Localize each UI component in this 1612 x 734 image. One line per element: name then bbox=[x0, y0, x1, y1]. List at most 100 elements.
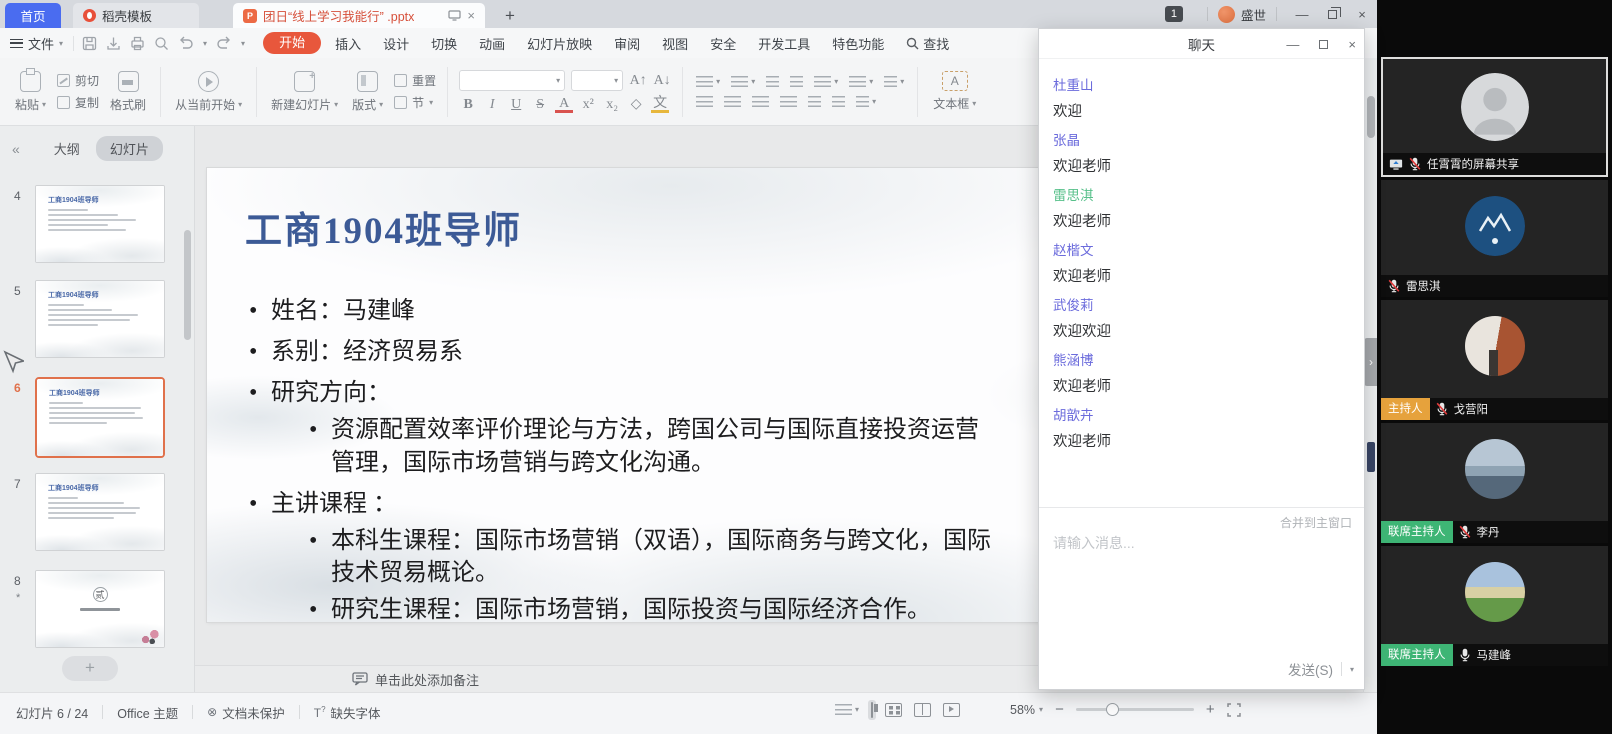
bold-button[interactable]: B bbox=[459, 97, 477, 113]
expand-panel-icon[interactable]: › bbox=[1364, 338, 1378, 386]
participant-tile[interactable]: 联席主持人 李丹 bbox=[1381, 423, 1608, 543]
bullet-line[interactable]: 姓名：马建峰 bbox=[245, 295, 1165, 327]
merge-to-main-window-link[interactable]: 合并到主窗口 bbox=[1280, 514, 1352, 531]
align-objects-button[interactable]: ▾ bbox=[856, 96, 876, 108]
account-chip[interactable]: 盛世 bbox=[1218, 5, 1266, 24]
bullet-line[interactable]: 研究生课程：国际市场营销，国际投资与国际经济合作。 bbox=[307, 594, 997, 622]
notification-badge[interactable]: 1 bbox=[1165, 6, 1183, 22]
increase-font-button[interactable]: A↑ bbox=[629, 73, 647, 89]
add-slide-button[interactable]: + bbox=[62, 656, 118, 681]
menu-tab-home[interactable]: 开始 bbox=[263, 32, 321, 54]
copy-button[interactable]: 复制 bbox=[57, 95, 99, 111]
slide-thumbnail-6-selected[interactable]: 工商1904班导师 bbox=[35, 377, 165, 458]
minimize-window-icon[interactable]: — bbox=[1287, 7, 1317, 22]
distribute-button[interactable] bbox=[808, 96, 821, 108]
menu-tab-view[interactable]: 视图 bbox=[662, 34, 688, 53]
tab-document[interactable]: P 团日“线上学习我能行” .pptx × bbox=[233, 3, 485, 28]
menu-tab-insert[interactable]: 插入 bbox=[335, 34, 361, 53]
slide-body[interactable]: 姓名：马建峰 系别：经济贸易系 研究方向： 资源配置效率评价理论与方法，跨国公司… bbox=[245, 286, 1165, 622]
tab-home[interactable]: 首页 bbox=[5, 3, 61, 28]
play-on-device-icon[interactable] bbox=[448, 10, 461, 21]
close-window-icon[interactable]: × bbox=[1347, 7, 1377, 22]
redo-icon[interactable] bbox=[216, 36, 232, 50]
cut-button[interactable]: 剪切 bbox=[57, 73, 99, 89]
print-preview-icon[interactable] bbox=[154, 36, 169, 51]
menu-tab-slideshow[interactable]: 幻灯片放映 bbox=[527, 34, 592, 53]
chat-header[interactable]: 聊天 — × bbox=[1039, 29, 1364, 59]
bullet-line[interactable]: 系别：经济贸易系 bbox=[245, 336, 1165, 368]
new-tab-button[interactable]: + bbox=[497, 3, 523, 28]
reading-view-button[interactable] bbox=[914, 703, 931, 717]
bullet-line[interactable]: 本科生课程：国际市场营销（双语），国际商务与跨文化，国际技术贸易概论。 bbox=[307, 525, 997, 589]
italic-button[interactable]: I bbox=[483, 97, 501, 113]
zoom-level[interactable]: 58%▾ bbox=[1010, 703, 1043, 717]
underline-button[interactable]: U bbox=[507, 97, 525, 113]
slide-thumbnail-5[interactable]: 工商1904班导师 bbox=[35, 280, 165, 358]
strikethrough-button[interactable]: S bbox=[531, 97, 549, 113]
chat-minimize-icon[interactable]: — bbox=[1286, 37, 1299, 52]
customize-toolbar-caret-icon[interactable]: ▾ bbox=[241, 39, 245, 48]
participant-tile[interactable]: 联席主持人 马建峰 bbox=[1381, 546, 1608, 666]
send-options-caret-icon[interactable]: ▾ bbox=[1350, 665, 1354, 674]
text-direction-button[interactable]: ▾ bbox=[814, 76, 838, 88]
columns-button[interactable]: ▾ bbox=[884, 76, 904, 88]
undo-icon[interactable] bbox=[178, 36, 194, 50]
output-icon[interactable] bbox=[106, 36, 121, 51]
bullet-line[interactable]: 资源配置效率评价理论与方法，跨国公司与国际直接投资运营管理，国际市场营销与跨文化… bbox=[307, 414, 997, 478]
chat-message-input[interactable] bbox=[1051, 534, 1251, 552]
print-icon[interactable] bbox=[130, 36, 145, 51]
decrease-font-button[interactable]: A↓ bbox=[653, 73, 671, 89]
justify-button[interactable] bbox=[780, 96, 797, 108]
theme-indicator[interactable]: Office 主题 bbox=[103, 701, 192, 723]
menu-tab-review[interactable]: 审阅 bbox=[614, 34, 640, 53]
font-color-button[interactable]: A bbox=[555, 97, 573, 113]
clear-format-button[interactable]: ◇ bbox=[627, 96, 645, 113]
normal-view-button[interactable] bbox=[868, 700, 876, 720]
slide-thumbnail-7[interactable]: 工商1904班导师 bbox=[35, 473, 165, 551]
section-button[interactable]: 节▾ bbox=[394, 95, 436, 111]
zoom-slider[interactable] bbox=[1076, 708, 1194, 711]
format-painter-button[interactable]: 格式刷 bbox=[103, 71, 153, 113]
align-left-button[interactable] bbox=[696, 96, 713, 108]
restore-window-icon[interactable] bbox=[1317, 7, 1347, 22]
reset-button[interactable]: 重置 bbox=[394, 73, 436, 89]
participant-tile[interactable]: 主持人 戈营阳 bbox=[1381, 300, 1608, 420]
bullet-list-button[interactable]: ▾ bbox=[696, 76, 720, 88]
decrease-indent-button[interactable] bbox=[766, 76, 779, 88]
close-document-icon[interactable]: × bbox=[467, 8, 475, 23]
bullet-line[interactable]: 研究方向： bbox=[245, 377, 1165, 409]
notes-toggle-button[interactable]: ▾ bbox=[835, 704, 859, 716]
slide-title[interactable]: 工商1904班导师 bbox=[245, 200, 522, 254]
numbered-list-button[interactable]: ▾ bbox=[731, 76, 755, 88]
thumbnail-scrollbar[interactable] bbox=[184, 230, 191, 340]
slide-thumbnail-4[interactable]: 工商1904班导师 bbox=[35, 185, 165, 263]
menu-tab-security[interactable]: 安全 bbox=[710, 34, 736, 53]
play-from-current-button[interactable]: 从当前开始▾ bbox=[168, 71, 249, 113]
undo-caret-icon[interactable]: ▾ bbox=[203, 39, 207, 48]
increase-indent-button[interactable] bbox=[790, 76, 803, 88]
new-slide-button[interactable]: 新建幻灯片▾ bbox=[264, 71, 345, 113]
send-button[interactable]: 发送(S) bbox=[1288, 659, 1333, 679]
file-menu-button[interactable]: 文件 ▾ bbox=[10, 34, 63, 53]
align-center-button[interactable] bbox=[724, 96, 741, 108]
tab-slides[interactable]: 幻灯片 bbox=[96, 136, 163, 161]
editor-scrollbar[interactable]: › bbox=[1363, 58, 1377, 692]
font-name-select[interactable]: ▾ bbox=[459, 70, 565, 91]
slide-sorter-view-button[interactable] bbox=[885, 703, 902, 717]
subscript-button[interactable]: x₂ bbox=[603, 97, 621, 113]
paste-button[interactable]: 粘贴▾ bbox=[8, 71, 53, 113]
participant-tile-screen-share[interactable]: 任霄霄的屏幕共享 bbox=[1381, 57, 1608, 177]
zoom-in-button[interactable]: + bbox=[1206, 701, 1215, 718]
zoom-out-button[interactable]: − bbox=[1055, 701, 1064, 718]
slide-thumbnail-8[interactable]: 贰 bbox=[35, 570, 165, 648]
menu-tab-special-features[interactable]: 特色功能 bbox=[832, 34, 884, 53]
menu-tab-animation[interactable]: 动画 bbox=[479, 34, 505, 53]
superscript-button[interactable]: x² bbox=[579, 97, 597, 113]
search-command[interactable]: 查找 bbox=[906, 34, 949, 53]
slideshow-button[interactable] bbox=[943, 703, 960, 717]
layout-button[interactable]: 版式▾ bbox=[345, 71, 390, 113]
tab-outline[interactable]: 大纲 bbox=[54, 139, 80, 158]
save-icon[interactable] bbox=[82, 36, 97, 51]
align-top-button[interactable] bbox=[832, 96, 845, 108]
participant-tile[interactable]: 雷思淇 bbox=[1381, 180, 1608, 297]
